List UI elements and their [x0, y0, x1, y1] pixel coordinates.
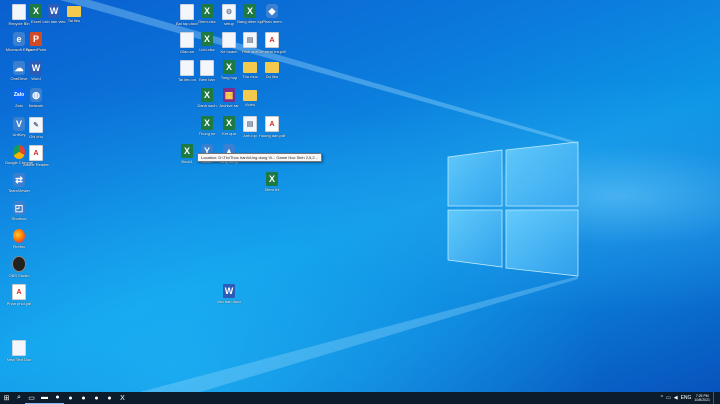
system-tray: ^ ▭ ◀ ENG 7:25 PM 10/8/2021: [661, 392, 720, 404]
excel-file-9-icon: X: [266, 172, 278, 186]
desktop-icon-label: Phan mem: [262, 19, 282, 24]
pdf-reader-icon: A: [29, 145, 43, 161]
desktop-icon-label: Tai lieu: [67, 18, 81, 23]
desktop-icon[interactable]: A Adobe Reader: [19, 145, 53, 173]
desktop-icon[interactable]: W Word: [19, 61, 53, 89]
desktop-icon[interactable]: A De kiem tra.pdf: [255, 32, 289, 60]
folder-4-icon: [243, 90, 257, 101]
chevron-up-icon[interactable]: ^: [661, 395, 663, 401]
folder-3-icon: [265, 62, 279, 73]
taskbar-app-button[interactable]: ●: [51, 392, 64, 404]
search-icon: ⌕: [17, 394, 21, 401]
desktop-icon-label: Van ban.docx: [216, 299, 242, 304]
firefox-icon: ●: [68, 394, 73, 402]
task-view-icon: ▭: [28, 394, 35, 402]
desktop-icon[interactable]: A Huong dan.pdf: [255, 116, 289, 144]
taskbar-app-button[interactable]: ●: [103, 392, 116, 404]
desktop-icon[interactable]: Du lieu: [255, 60, 289, 88]
desktop-icon-label: Huong dan.pdf: [258, 133, 286, 138]
desktop-icon[interactable]: Firefox: [2, 229, 36, 257]
network-icon: ◍: [30, 88, 42, 102]
desktop-icon[interactable]: ◰ Shortcut: [2, 201, 36, 229]
chrome-icon: ●: [55, 394, 60, 401]
desktop-icon[interactable]: P PowerPoint: [19, 32, 53, 60]
clock[interactable]: 7:25 PM 10/8/2021: [694, 394, 710, 402]
desktop-icon[interactable]: Video: [233, 88, 267, 116]
desktop-icon[interactable]: ✎ Ghi chu: [19, 117, 53, 145]
desktop-icon-label: Word: [31, 76, 41, 81]
file-explorer-icon: ▬: [41, 394, 48, 401]
show-desktop-button[interactable]: [713, 392, 716, 404]
desktop-wallpaper[interactable]: Recycle Bin X Excel W Lich lam viec Tai lieu e…: [0, 0, 720, 392]
desktop-icon-label: TeamViewer: [8, 188, 30, 193]
desktop-icon[interactable]: OBS Studio: [2, 256, 36, 284]
windows-logo-wallpaper: [60, 0, 579, 392]
word-file-icon: W: [223, 284, 235, 298]
language-indicator[interactable]: ENG: [681, 395, 692, 401]
desktop-icon-label: PowerPoint: [25, 47, 47, 52]
network-tray-icon[interactable]: ▭: [666, 395, 671, 401]
desktop-icon-label: Video: [244, 102, 256, 107]
desktop-icon-label: Du lieu: [265, 74, 279, 79]
pdf-file-2-icon: A: [265, 32, 279, 48]
search-button[interactable]: ⌕: [13, 392, 25, 404]
windows-start-icon: ⊞: [3, 395, 10, 402]
desktop-icon-label: Phan phoi.pdf: [6, 301, 32, 306]
firefox-desktop-icon: [13, 229, 25, 243]
powerpoint-icon: P: [30, 32, 42, 46]
text-file-icon: [12, 340, 26, 356]
opera-icon: ●: [81, 394, 86, 402]
desktop-icon-label: Ghi chu: [29, 134, 43, 139]
desktop-icon[interactable]: ◆ Phan mem: [255, 4, 289, 32]
word-icon: W: [30, 61, 42, 75]
excel-taskbar-icon: X: [120, 394, 125, 402]
desktop-icon-label: Diem thi: [264, 187, 280, 192]
desktop-icon[interactable]: Tai lieu: [57, 4, 91, 32]
zoom-icon: ●: [107, 394, 112, 402]
taskbar-app-button[interactable]: ●: [64, 392, 77, 404]
location-tooltip: Location: D:\Tin\Thuc hanh\Ung dung Vi..…: [197, 153, 322, 162]
desktop-icon[interactable]: A Phan phoi.pdf: [2, 284, 36, 312]
desktop-icon-label: Network: [28, 103, 44, 108]
folder-icon: [67, 6, 81, 17]
desktop-icon-label: Firefox: [12, 244, 26, 249]
desktop-icon[interactable]: ⇄ TeamViewer: [2, 173, 36, 201]
taskbar-app-button[interactable]: ●: [77, 392, 90, 404]
volume-icon[interactable]: ◀: [674, 395, 678, 401]
taskbar-apps: ▭ ▬ ● ● ● ● ● X: [25, 392, 129, 404]
pdf-file-icon: A: [12, 284, 26, 300]
desktop-icon-label: Shortcut: [11, 216, 27, 221]
desktop-icon-label: Adobe Reader: [23, 162, 49, 167]
clock-date: 10/8/2021: [694, 398, 710, 402]
taskbar-app-button[interactable]: ▭: [25, 392, 38, 404]
desktop-icon-label: OBS Studio: [8, 273, 30, 278]
desktop-icon[interactable]: X Diem thi: [255, 172, 289, 200]
skype-icon: ●: [94, 394, 99, 402]
desktop-icon[interactable]: New Text Doc: [2, 340, 36, 368]
start-button[interactable]: ⊞: [0, 392, 13, 404]
pdf-file-3-icon: A: [265, 116, 279, 132]
taskbar-app-button[interactable]: ●: [90, 392, 103, 404]
obs-icon: [12, 256, 26, 272]
taskbar: ⊞ ⌕ ▭ ▬ ● ● ● ● ● X ^ ▭ ◀ ENG 7:25 PM 10/8/2021: [0, 392, 720, 404]
desktop-icon-label: De kiem tra.pdf: [258, 49, 286, 54]
notepad-icon: ✎: [29, 117, 43, 133]
taskbar-app-button[interactable]: X: [116, 392, 129, 404]
taskbar-app-button[interactable]: ▬: [38, 392, 51, 404]
app-file-icon: ◆: [266, 4, 278, 18]
desktop-icon[interactable]: ◍ Network: [19, 88, 53, 116]
shortcut-icon: ◰: [13, 201, 25, 215]
teamviewer-icon: ⇄: [13, 173, 25, 187]
desktop-icon[interactable]: W Van ban.docx: [212, 284, 246, 312]
desktop-icon-label: New Text Doc: [6, 357, 32, 362]
